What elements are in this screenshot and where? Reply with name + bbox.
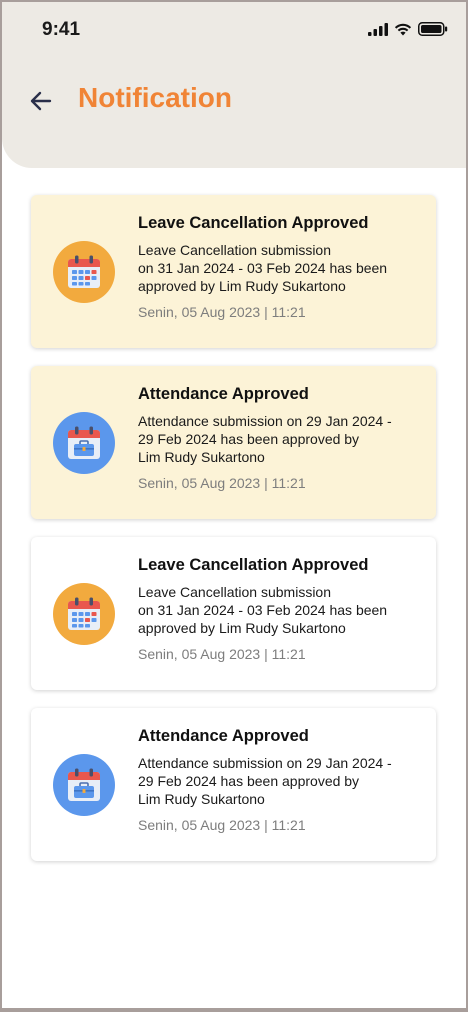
notification-card[interactable]: Attendance Approved Attendance submissio… (31, 366, 436, 519)
signal-icon (368, 22, 388, 36)
status-icons (368, 22, 448, 36)
notification-body: Leave Cancellation submission on 31 Jan … (138, 584, 388, 636)
notification-timestamp: Senin, 05 Aug 2023 | 11:21 (138, 646, 306, 662)
notification-icon-circle (53, 754, 115, 816)
notification-icon-circle (53, 412, 115, 474)
calendar-icon (68, 597, 100, 630)
notification-icon-circle (53, 241, 115, 303)
notification-title: Attendance Approved (138, 727, 309, 745)
notification-card[interactable]: Attendance Approved Attendance submissio… (31, 708, 436, 861)
notification-body: Attendance submission on 29 Jan 2024 - 2… (138, 413, 392, 465)
calendar-briefcase-icon (68, 768, 100, 801)
notification-title: Attendance Approved (138, 385, 309, 403)
notification-timestamp: Senin, 05 Aug 2023 | 11:21 (138, 304, 306, 320)
notification-timestamp: Senin, 05 Aug 2023 | 11:21 (138, 475, 306, 491)
notification-icon-circle (53, 583, 115, 645)
wifi-icon (394, 23, 412, 36)
notification-card[interactable]: Leave Cancellation Approved Leave Cancel… (31, 537, 436, 690)
notification-body: Attendance submission on 29 Jan 2024 - 2… (138, 755, 392, 807)
notification-card[interactable]: Leave Cancellation Approved Leave Cancel… (31, 195, 436, 348)
page-title: Notification (78, 82, 232, 113)
phone-screen: 9:41 Notification Leave Cancellation App… (2, 2, 466, 1008)
notification-title: Leave Cancellation Approved (138, 214, 369, 232)
notification-title: Leave Cancellation Approved (138, 556, 369, 574)
header: 9:41 Notification (2, 2, 466, 168)
battery-icon (418, 22, 448, 36)
notification-body: Leave Cancellation submission on 31 Jan … (138, 242, 388, 294)
calendar-briefcase-icon (68, 426, 100, 459)
status-time: 9:41 (42, 19, 81, 40)
back-arrow-icon[interactable] (28, 88, 54, 114)
calendar-icon (68, 255, 100, 288)
notification-timestamp: Senin, 05 Aug 2023 | 11:21 (138, 817, 306, 833)
